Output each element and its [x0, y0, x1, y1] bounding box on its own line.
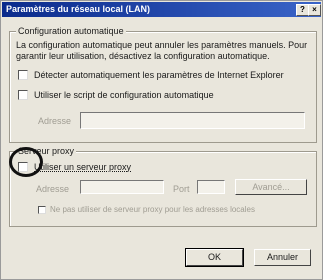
- auto-script-label: Utiliser le script de configuration auto…: [34, 90, 214, 100]
- ok-button[interactable]: OK: [185, 248, 244, 267]
- auto-config-group: Configuration automatique La configurati…: [9, 26, 317, 143]
- lan-settings-dialog: Paramètres du réseau local (LAN) ? × Con…: [0, 0, 323, 280]
- cancel-button[interactable]: Annuler: [254, 249, 311, 266]
- proxy-address-field[interactable]: [80, 180, 164, 194]
- bypass-local-checkbox[interactable]: [38, 206, 46, 214]
- bypass-local-label: Ne pas utiliser de serveur proxy pour le…: [50, 205, 255, 214]
- detect-settings-checkbox[interactable]: [18, 70, 28, 80]
- proxy-port-label: Port: [173, 184, 190, 194]
- auto-script-checkbox[interactable]: [18, 90, 28, 100]
- proxy-port-field[interactable]: [197, 180, 225, 194]
- auto-config-description: La configuration automatique peut annule…: [16, 40, 308, 61]
- highlight-circle: [9, 147, 43, 177]
- dialog-title: Paramètres du réseau local (LAN): [6, 4, 151, 14]
- close-button[interactable]: ×: [308, 4, 321, 16]
- use-proxy-label: Utiliser un serveur proxy: [34, 162, 132, 172]
- proxy-address-label: Adresse: [36, 184, 70, 194]
- script-address-label: Adresse: [38, 116, 72, 126]
- title-bar: Paramètres du réseau local (LAN) ? ×: [2, 2, 321, 17]
- detect-settings-label: Détecter automatiquement les paramètres …: [34, 70, 284, 80]
- script-address-field[interactable]: [80, 112, 305, 129]
- advanced-button[interactable]: Avancé...: [235, 179, 307, 195]
- auto-config-legend: Configuration automatique: [16, 26, 126, 36]
- proxy-group: Serveur proxy Utiliser un serveur proxy …: [9, 146, 317, 227]
